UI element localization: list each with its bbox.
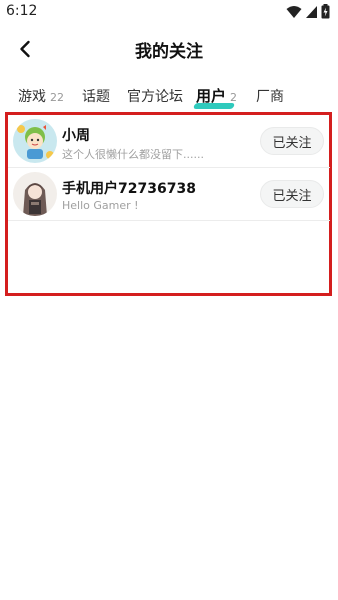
user-bio: 这个人很懒什么都没留下......	[62, 148, 204, 161]
following-button[interactable]: 已关注	[260, 127, 324, 155]
tab-vendors[interactable]: 厂商	[256, 86, 284, 106]
tab-official-forum-label: 官方论坛	[127, 89, 183, 105]
status-icons	[286, 4, 330, 19]
user-bio: Hello Gamer !	[62, 199, 139, 212]
wifi-icon	[286, 5, 302, 18]
avatar-cartoon-icon	[13, 119, 57, 163]
user-name: 小周	[62, 128, 90, 144]
status-time: 6:12	[6, 3, 38, 19]
tab-topics[interactable]: 话题	[82, 86, 110, 106]
tab-topics-label: 话题	[82, 89, 110, 105]
tab-games-label: 游戏	[18, 89, 46, 105]
tab-games[interactable]: 游戏 22	[18, 86, 64, 106]
battery-charging-icon	[321, 4, 330, 19]
following-button[interactable]: 已关注	[260, 180, 324, 208]
tab-vendors-label: 厂商	[256, 89, 284, 105]
avatar-anime-icon	[13, 172, 57, 216]
user-name: 手机用户72736738	[62, 181, 196, 197]
page-title: 我的关注	[135, 42, 203, 62]
header: 我的关注	[0, 28, 338, 68]
avatar[interactable]	[13, 172, 57, 216]
user-list: 小周 这个人很懒什么都没留下...... 已关注 手机用户72736738 He…	[8, 115, 330, 221]
tab-users-label: 用户	[196, 87, 227, 105]
tab-games-count: 22	[50, 91, 64, 104]
tab-official-forum[interactable]: 官方论坛	[127, 86, 183, 106]
tab-users[interactable]: 用户 2	[192, 85, 237, 109]
status-bar: 6:12	[0, 0, 338, 24]
user-row[interactable]: 小周 这个人很懒什么都没留下...... 已关注	[8, 115, 330, 168]
tab-bar: 游戏 22 话题 官方论坛 用户 2 厂商	[0, 80, 338, 112]
user-row[interactable]: 手机用户72736738 Hello Gamer ! 已关注	[8, 168, 330, 221]
avatar[interactable]	[13, 119, 57, 163]
signal-icon	[306, 5, 317, 18]
